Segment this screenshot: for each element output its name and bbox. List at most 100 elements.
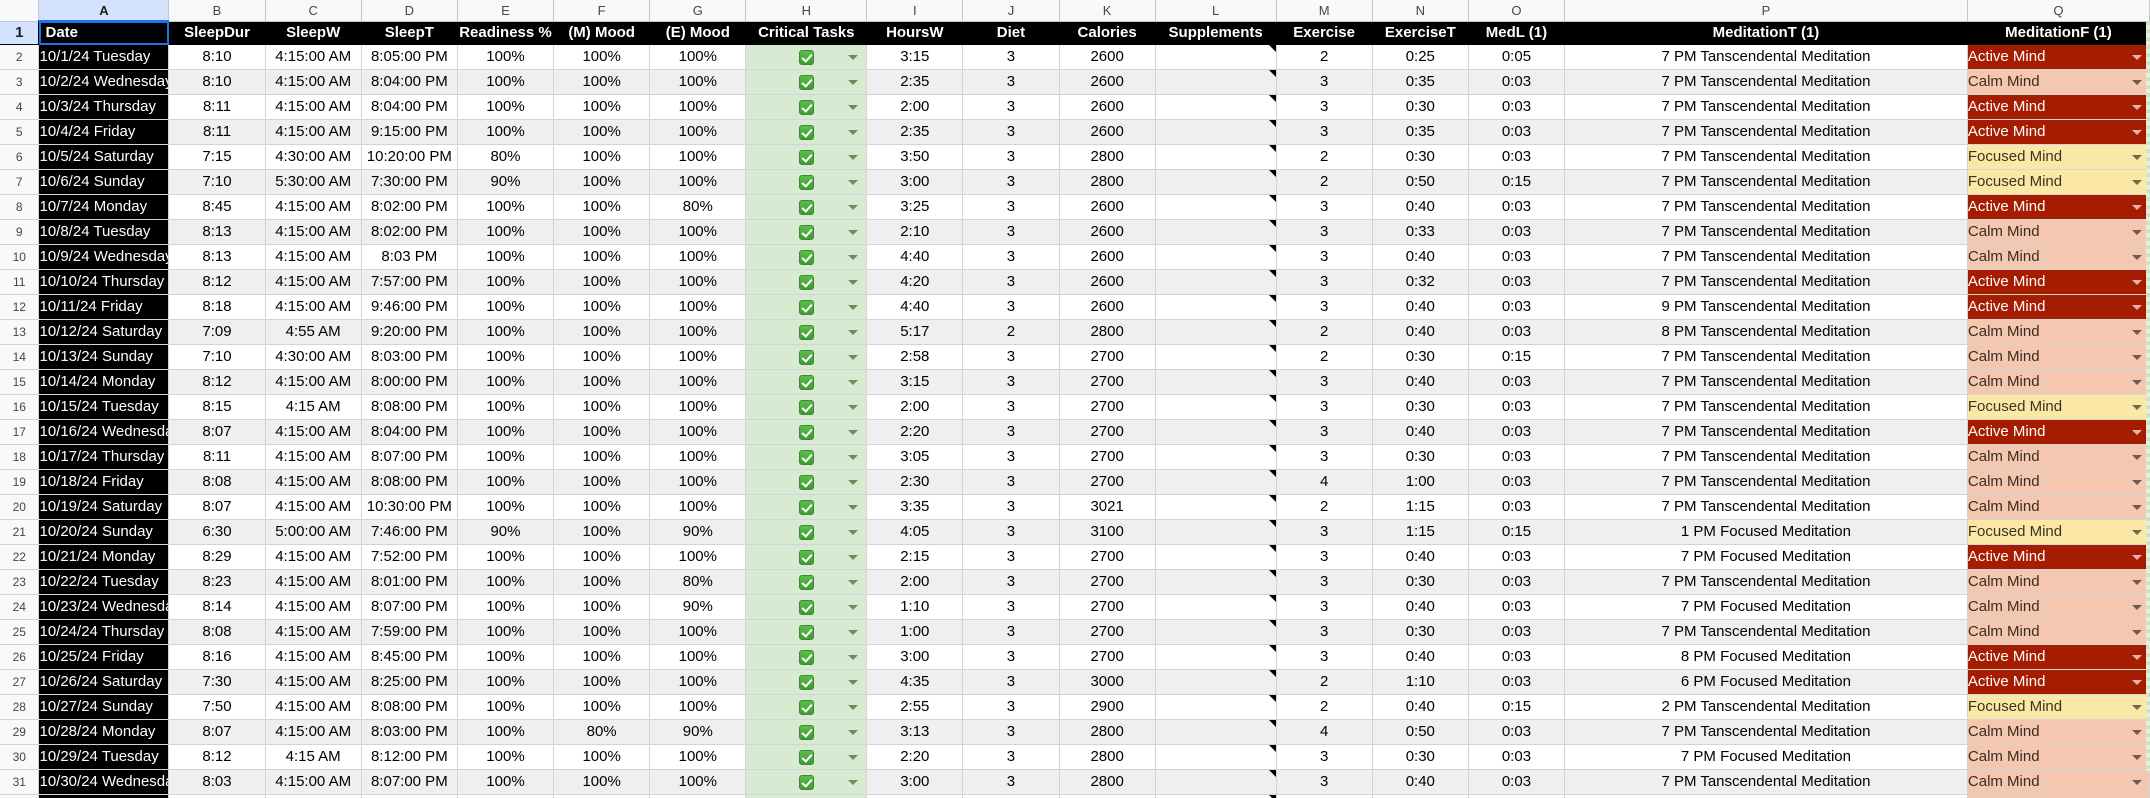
row-number-5[interactable]: 5 <box>0 119 40 145</box>
cell-meditation-focus[interactable]: Focused Mind <box>1967 144 2150 170</box>
cell-meditation-focus[interactable]: Calm Mind <box>1967 494 2150 520</box>
cell-meditation-focus[interactable]: Active Mind <box>1967 294 2150 320</box>
green-check-icon[interactable] <box>798 99 814 115</box>
cell-exercise[interactable]: 2 <box>1276 319 1373 345</box>
row-number-2[interactable]: 2 <box>0 44 40 70</box>
column-header-I[interactable]: I <box>866 0 964 22</box>
column-title-calories[interactable]: Calories <box>1059 21 1156 45</box>
cell-emood[interactable]: 90% <box>649 519 747 545</box>
cell-hoursw[interactable]: 3:00 <box>866 644 964 670</box>
cell-mmood[interactable]: 100% <box>553 344 651 370</box>
green-check-icon[interactable] <box>798 674 814 690</box>
cell-readiness[interactable]: 100% <box>457 369 555 395</box>
cell-sleept[interactable]: 8:12:00 PM <box>361 744 458 770</box>
cell-sleepw[interactable]: 4:15:00 AM <box>265 569 362 595</box>
cell-diet[interactable]: 3 <box>962 394 1060 420</box>
cell-supplements[interactable] <box>1155 444 1277 470</box>
cell-supplements[interactable] <box>1155 494 1277 520</box>
column-title-exercise[interactable]: Exercise <box>1276 21 1373 45</box>
green-check-icon[interactable] <box>798 774 814 790</box>
chevron-down-icon[interactable] <box>2132 455 2142 460</box>
cell-critical-tasks[interactable] <box>745 119 868 145</box>
cell-diet[interactable]: 3 <box>962 169 1060 195</box>
cell-emood[interactable]: 100% <box>649 669 747 695</box>
cell-hoursw[interactable]: 3:00 <box>866 169 964 195</box>
cell-medl[interactable]: 0:03 <box>1468 194 1566 220</box>
cell-sleepw[interactable]: 4:15:00 AM <box>265 119 362 145</box>
cell-critical-tasks[interactable] <box>745 69 868 95</box>
cell-emood[interactable]: 100% <box>649 69 747 95</box>
cell-exercise[interactable]: 3 <box>1276 194 1373 220</box>
cell-sleepdur[interactable]: 8:45 <box>168 194 266 220</box>
green-check-icon[interactable] <box>798 224 814 240</box>
cell-meditationt[interactable]: 6 PM Focused Meditation <box>1564 669 1968 695</box>
chevron-down-icon[interactable] <box>848 105 859 110</box>
cell-meditation-focus[interactable]: Active Mind <box>1967 669 2150 695</box>
green-check-icon[interactable] <box>798 124 814 140</box>
cell-exerciset[interactable]: 0:40 <box>1372 694 1469 720</box>
cell-calories[interactable]: 2700 <box>1059 419 1156 445</box>
cell-critical-tasks[interactable] <box>745 719 868 745</box>
column-header-L[interactable]: L <box>1155 0 1277 22</box>
green-check-icon[interactable] <box>798 724 814 740</box>
green-check-icon[interactable] <box>798 624 814 640</box>
cell-hoursw[interactable]: 4:40 <box>866 244 964 270</box>
cell-sleepdur[interactable]: 8:10 <box>168 44 266 70</box>
cell-exerciset[interactable]: 0:40 <box>1372 319 1469 345</box>
cell-sleepdur[interactable]: 8:13 <box>168 219 266 245</box>
row-number-7[interactable]: 7 <box>0 169 40 195</box>
cell-medl[interactable]: 0:03 <box>1468 494 1566 520</box>
cell-diet[interactable]: 3 <box>962 769 1060 795</box>
column-header-P[interactable]: P <box>1564 0 1968 22</box>
cell-meditationt[interactable]: 7 PM Tanscendental Meditation <box>1564 269 1968 295</box>
chevron-down-icon[interactable] <box>848 130 859 135</box>
cell-supplements[interactable] <box>1155 194 1277 220</box>
cell-exercise[interactable]: 3 <box>1276 94 1373 120</box>
green-check-icon[interactable] <box>798 149 814 165</box>
cell-sleepw[interactable]: 4:30:00 AM <box>265 144 362 170</box>
cell-hoursw[interactable]: 2:00 <box>866 94 964 120</box>
cell-sleepw[interactable]: 4:15 AM <box>265 744 362 770</box>
cell-medl[interactable]: 0:03 <box>1468 294 1566 320</box>
cell-critical-tasks[interactable] <box>745 444 868 470</box>
cell-calories[interactable]: 2800 <box>1059 319 1156 345</box>
cell-mmood[interactable]: 100% <box>553 444 651 470</box>
cell-supplements[interactable] <box>1155 744 1277 770</box>
cell-hoursw[interactable]: 2:00 <box>866 394 964 420</box>
cell-meditationt[interactable]: 7 PM Tanscendental Meditation <box>1564 69 1968 95</box>
cell-medl[interactable]: 0:03 <box>1468 569 1566 595</box>
cell-emood[interactable]: 100% <box>649 344 747 370</box>
cell-critical-tasks[interactable] <box>745 744 868 770</box>
column-title-e-mood[interactable]: (E) Mood <box>649 21 747 45</box>
cell-sleept[interactable]: 8:04:00 PM <box>361 69 458 95</box>
cell-date[interactable]: 10/30/24 Wednesday <box>38 769 170 795</box>
green-check-icon[interactable] <box>798 524 814 540</box>
cell-date[interactable]: 10/4/24 Friday <box>38 119 170 145</box>
cell-supplements[interactable] <box>1155 794 1277 798</box>
cell-exercise[interactable]: 4 <box>1276 719 1373 745</box>
cell-supplements[interactable] <box>1155 244 1277 270</box>
cell-mmood[interactable]: 100% <box>553 119 651 145</box>
cell-mmood[interactable]: 100% <box>553 544 651 570</box>
chevron-down-icon[interactable] <box>848 255 859 260</box>
row-number-29[interactable]: 29 <box>0 719 40 745</box>
chevron-down-icon[interactable] <box>848 430 859 435</box>
column-title-meditationt-1[interactable]: MeditationT (1) <box>1564 21 1968 45</box>
cell-exerciset[interactable]: 0:40 <box>1372 769 1469 795</box>
chevron-down-icon[interactable] <box>848 630 859 635</box>
cell-calories[interactable]: 2600 <box>1059 244 1156 270</box>
cell-date[interactable]: 10/23/24 Wednesday <box>38 594 170 620</box>
cell-date[interactable]: 10/15/24 Tuesday <box>38 394 170 420</box>
cell-hoursw[interactable]: 2:00 <box>866 569 964 595</box>
cell-emood[interactable]: 100% <box>649 794 747 798</box>
cell-calories[interactable]: 2600 <box>1059 219 1156 245</box>
cell-emood[interactable]: 80% <box>649 569 747 595</box>
cell-mmood[interactable]: 100% <box>553 269 651 295</box>
cell-diet[interactable]: 3 <box>962 269 1060 295</box>
chevron-down-icon[interactable] <box>2132 305 2142 310</box>
cell-meditationt[interactable]: 7 PM Tanscendental Meditation <box>1564 369 1968 395</box>
green-check-icon[interactable] <box>798 174 814 190</box>
column-title-diet[interactable]: Diet <box>962 21 1060 45</box>
cell-sleepdur[interactable]: 8:14 <box>168 594 266 620</box>
cell-supplements[interactable] <box>1155 69 1277 95</box>
